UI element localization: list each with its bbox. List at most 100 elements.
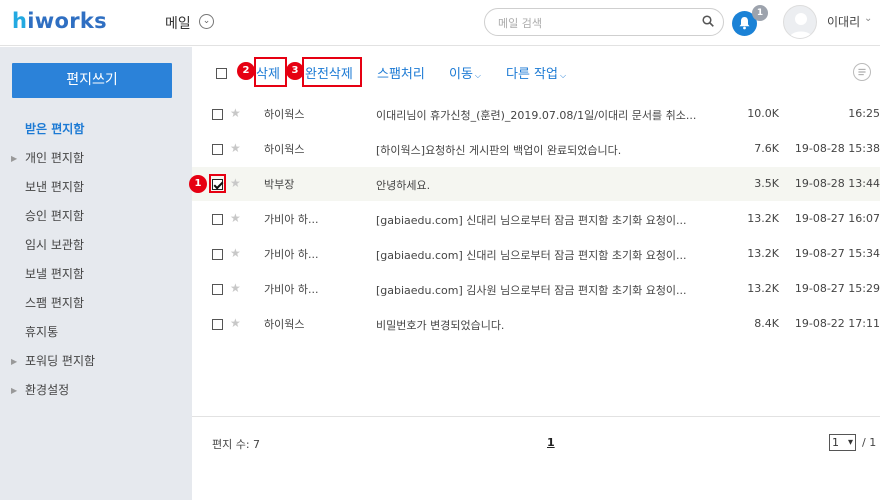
message-sender[interactable]: 하이웍스 (264, 141, 359, 157)
message-size: 10.0K (747, 107, 779, 120)
star-icon[interactable]: ★ (230, 281, 241, 295)
message-date: 19-08-28 13:44 (794, 177, 880, 190)
message-checkbox[interactable] (212, 144, 223, 155)
folder-list: 받은 편지함 ▶ 개인 편지함보낸 편지함승인 편지함임시 보관함보낼 편지함스팸 … (0, 115, 192, 405)
message-date: 19-08-28 15:38 (794, 142, 880, 155)
message-size: 13.2K (747, 282, 779, 295)
sidebar-folder[interactable]: 승인 편지함 (0, 202, 192, 231)
step-3-marker: 3 (286, 62, 304, 80)
message-size: 7.6K (754, 142, 779, 155)
sidebar-folder-label: 보낸 편지함 (25, 180, 85, 194)
star-icon[interactable]: ★ (230, 211, 241, 225)
select-all-checkbox[interactable] (216, 68, 227, 79)
sidebar-folder-label: 스팸 편지함 (25, 296, 85, 310)
message-checkbox[interactable] (212, 284, 223, 295)
sidebar-folder-label: 받은 편지함 (25, 122, 85, 136)
sidebar-folder-label: 임시 보관함 (25, 238, 85, 252)
page-link[interactable]: 1 (547, 436, 555, 449)
sidebar: 편지쓰기 받은 편지함 ▶ 개인 편지함보낸 편지함승인 편지함임시 보관함보낼 편… (0, 47, 192, 500)
chevron-down-icon[interactable]: ⌄ (864, 13, 872, 24)
message-checkbox[interactable] (212, 249, 223, 260)
spam-button[interactable]: 스팸처리 (377, 63, 425, 82)
expand-arrow-icon[interactable]: ▶ (11, 144, 17, 173)
checkbox-highlight (209, 174, 226, 193)
message-row[interactable]: ★ 하이웍스 [하이웍스]요청하신 게시판의 백업이 완료되었습니다. 7.6K 19-… (192, 132, 880, 166)
sidebar-folder[interactable]: ▶ 환경설정 (0, 376, 192, 405)
delete-highlight (254, 57, 287, 87)
page-total: / 1 (862, 436, 877, 449)
compose-button[interactable]: 편지쓰기 (12, 63, 172, 98)
hiworks-logo[interactable]: hiworks (12, 9, 107, 33)
message-row[interactable]: ★ 가비아 하... [gabiaedu.com] 신대리 님으로부터 잠금 편지함… (192, 237, 880, 271)
sidebar-folder[interactable]: 보낼 편지함 (0, 260, 192, 289)
other-actions-button[interactable]: 다른 작업 ⌵ (506, 63, 566, 82)
message-subject[interactable]: 이대리님이 휴가신청_(훈련)_2019.07.08/1일/이대리 문서를 취소… (376, 107, 706, 123)
message-sender[interactable]: 가비아 하... (264, 211, 359, 227)
expand-arrow-icon[interactable]: ▶ (11, 376, 17, 405)
message-subject[interactable]: [하이웍스]요청하신 게시판의 백업이 완료되었습니다. (376, 142, 706, 158)
sidebar-folder-label: 휴지통 (25, 325, 59, 339)
star-icon[interactable]: ★ (230, 141, 241, 155)
step-2-marker: 2 (237, 62, 255, 80)
sidebar-folder-label: 포워딩 편지함 (25, 354, 96, 368)
notification-badge: 1 (752, 5, 768, 21)
sidebar-folder-label: 승인 편지함 (25, 209, 85, 223)
message-size: 13.2K (747, 212, 779, 225)
message-date: 19-08-27 15:29 (794, 282, 880, 295)
message-date: 19-08-22 17:11 (794, 317, 880, 330)
chevron-down-icon: ⌵ (559, 71, 567, 80)
sidebar-folder-label: 개인 편지함 (25, 151, 85, 165)
message-row[interactable]: ★ 하이웍스 비밀번호가 변경되었습니다. 8.4K 19-08-22 17:11 (192, 307, 880, 341)
message-checkbox[interactable] (212, 319, 223, 330)
message-date: 19-08-27 15:34 (794, 247, 880, 260)
message-sender[interactable]: 박부장 (264, 176, 359, 192)
message-date: 19-08-27 16:07 (794, 212, 880, 225)
sidebar-folder[interactable]: 스팸 편지함 (0, 289, 192, 318)
sidebar-folder[interactable]: ▶ 개인 편지함 (0, 144, 192, 173)
message-size: 8.4K (754, 317, 779, 330)
message-sender[interactable]: 하이웍스 (264, 316, 359, 332)
sidebar-folder[interactable]: ▶ 포워딩 편지함 (0, 347, 192, 376)
message-row[interactable]: ★ 박부장 안녕하세요. 3.5K 19-08-28 13:44 (192, 167, 880, 201)
page-select[interactable]: 1 (829, 434, 856, 451)
message-checkbox[interactable] (212, 214, 223, 225)
move-button[interactable]: 이동 ⌵ (449, 63, 481, 82)
search-input[interactable]: 메일 검색 (484, 8, 724, 36)
message-subject[interactable]: 비밀번호가 변경되었습니다. (376, 317, 706, 333)
message-sender[interactable]: 하이웍스 (264, 106, 359, 122)
sidebar-folder[interactable]: 휴지통 (0, 318, 192, 347)
star-icon[interactable]: ★ (230, 106, 241, 120)
sidebar-folder-label: 환경설정 (25, 383, 70, 397)
search-icon[interactable] (702, 15, 714, 27)
star-icon[interactable]: ★ (230, 246, 241, 260)
user-name[interactable]: 이대리 (827, 13, 860, 30)
chevron-down-icon: ⌵ (474, 71, 481, 80)
top-bar: hiworks 메일 ⌄ 메일 검색 1 이대리 ⌄ (0, 0, 880, 46)
message-sender[interactable]: 가비아 하... (264, 246, 359, 262)
chevron-down-icon[interactable]: ⌄ (199, 14, 214, 29)
app-name[interactable]: 메일 (165, 13, 191, 33)
step-1-marker: 1 (189, 175, 207, 193)
message-subject[interactable]: [gabiaedu.com] 신대리 님으로부터 잠금 편지함 초기화 요청이.… (376, 212, 706, 228)
message-subject[interactable]: 안녕하세요. (376, 177, 706, 193)
sidebar-folder-label: 보낼 편지함 (25, 267, 85, 281)
expand-arrow-icon[interactable]: ▶ (11, 347, 17, 376)
list-footer: 편지 수: 7 1 1 / 1 (192, 416, 880, 500)
message-subject[interactable]: [gabiaedu.com] 김사원 님으로부터 잠금 편지함 초기화 요청이.… (376, 282, 706, 298)
message-row[interactable]: ★ 가비아 하... [gabiaedu.com] 신대리 님으로부터 잠금 편지함… (192, 202, 880, 236)
message-date: 16:25 (848, 107, 880, 120)
star-icon[interactable]: ★ (230, 176, 241, 190)
message-row[interactable]: ★ 하이웍스 이대리님이 휴가신청_(훈련)_2019.07.08/1일/이대리 문… (192, 97, 880, 131)
star-icon[interactable]: ★ (230, 316, 241, 330)
view-options-icon[interactable] (853, 63, 871, 81)
message-checkbox[interactable] (212, 109, 223, 120)
message-size: 13.2K (747, 247, 779, 260)
sidebar-folder[interactable]: 보낸 편지함 (0, 173, 192, 202)
search-placeholder: 메일 검색 (498, 17, 542, 30)
message-row[interactable]: ★ 가비아 하... [gabiaedu.com] 김사원 님으로부터 잠금 편지함… (192, 272, 880, 306)
message-sender[interactable]: 가비아 하... (264, 281, 359, 297)
message-subject[interactable]: [gabiaedu.com] 신대리 님으로부터 잠금 편지함 초기화 요청이.… (376, 247, 706, 263)
sidebar-folder[interactable]: 받은 편지함 (0, 115, 192, 144)
avatar[interactable] (783, 5, 817, 39)
sidebar-folder[interactable]: 임시 보관함 (0, 231, 192, 260)
